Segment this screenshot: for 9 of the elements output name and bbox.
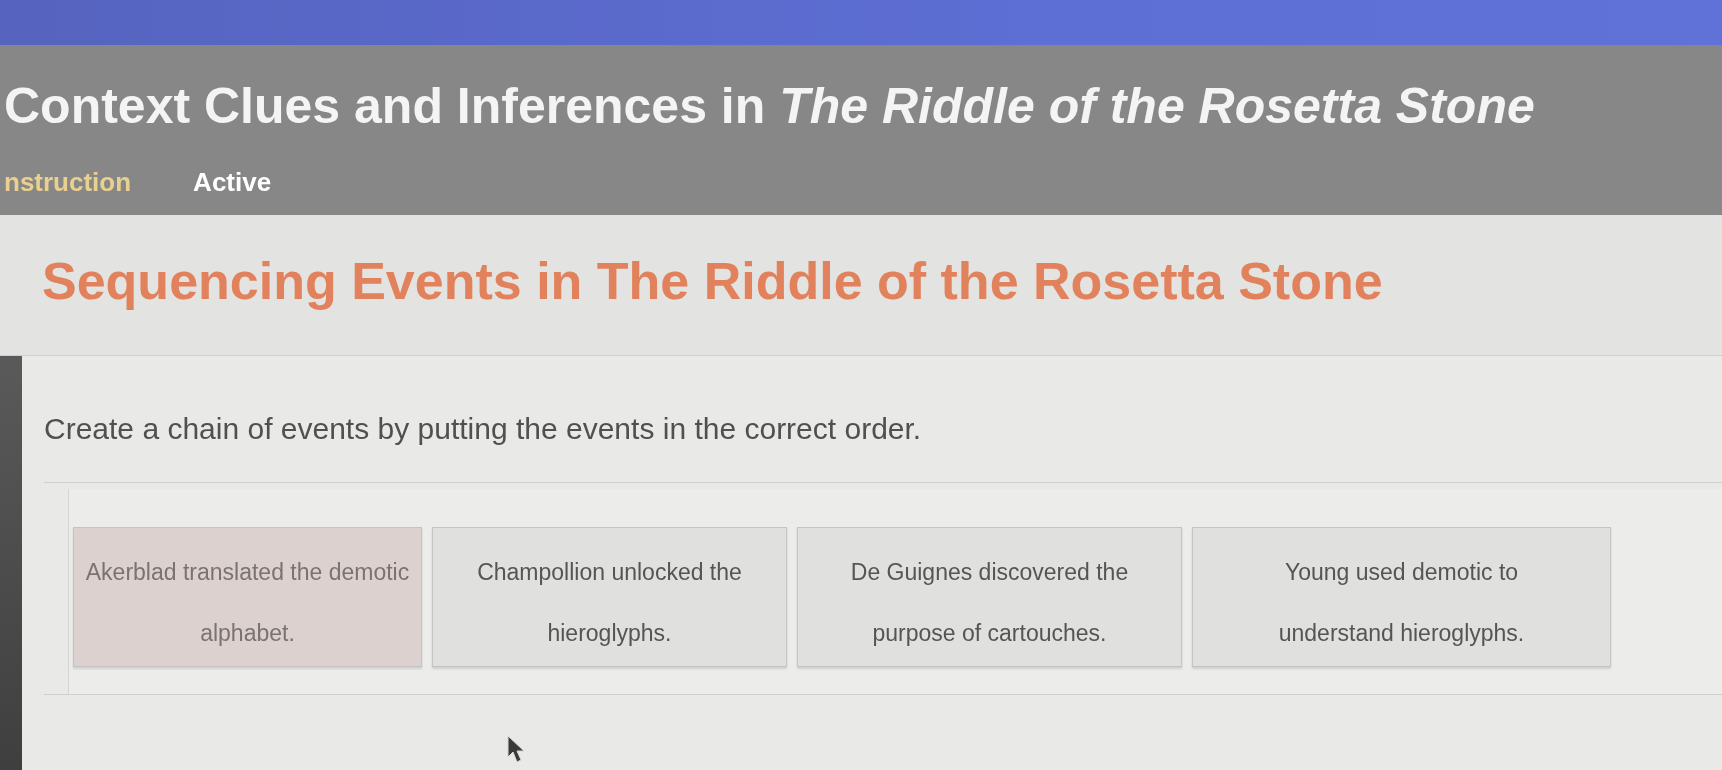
- mouse-pointer-icon: [507, 735, 527, 763]
- event-card[interactable]: Akerblad translated the demotic alphabet.: [73, 527, 422, 667]
- event-card[interactable]: Champollion unlocked the hieroglyphs.: [432, 527, 787, 667]
- lesson-title: Context Clues and Inferences in The Riddle of the Rosetta Stone: [4, 77, 1536, 135]
- event-card[interactable]: Young used demotic to understand hieroglyphs.: [1192, 527, 1611, 667]
- tab[interactable]: Active: [193, 167, 272, 197]
- event-card[interactable]: De Guignes discovered the purpose of cartouches.: [797, 527, 1182, 667]
- instructions-text: Create a chain of events by putting the events in the correct order.: [44, 412, 923, 446]
- activity-heading: Sequencing Events in The Riddle of the Rosetta Stone: [42, 251, 1384, 311]
